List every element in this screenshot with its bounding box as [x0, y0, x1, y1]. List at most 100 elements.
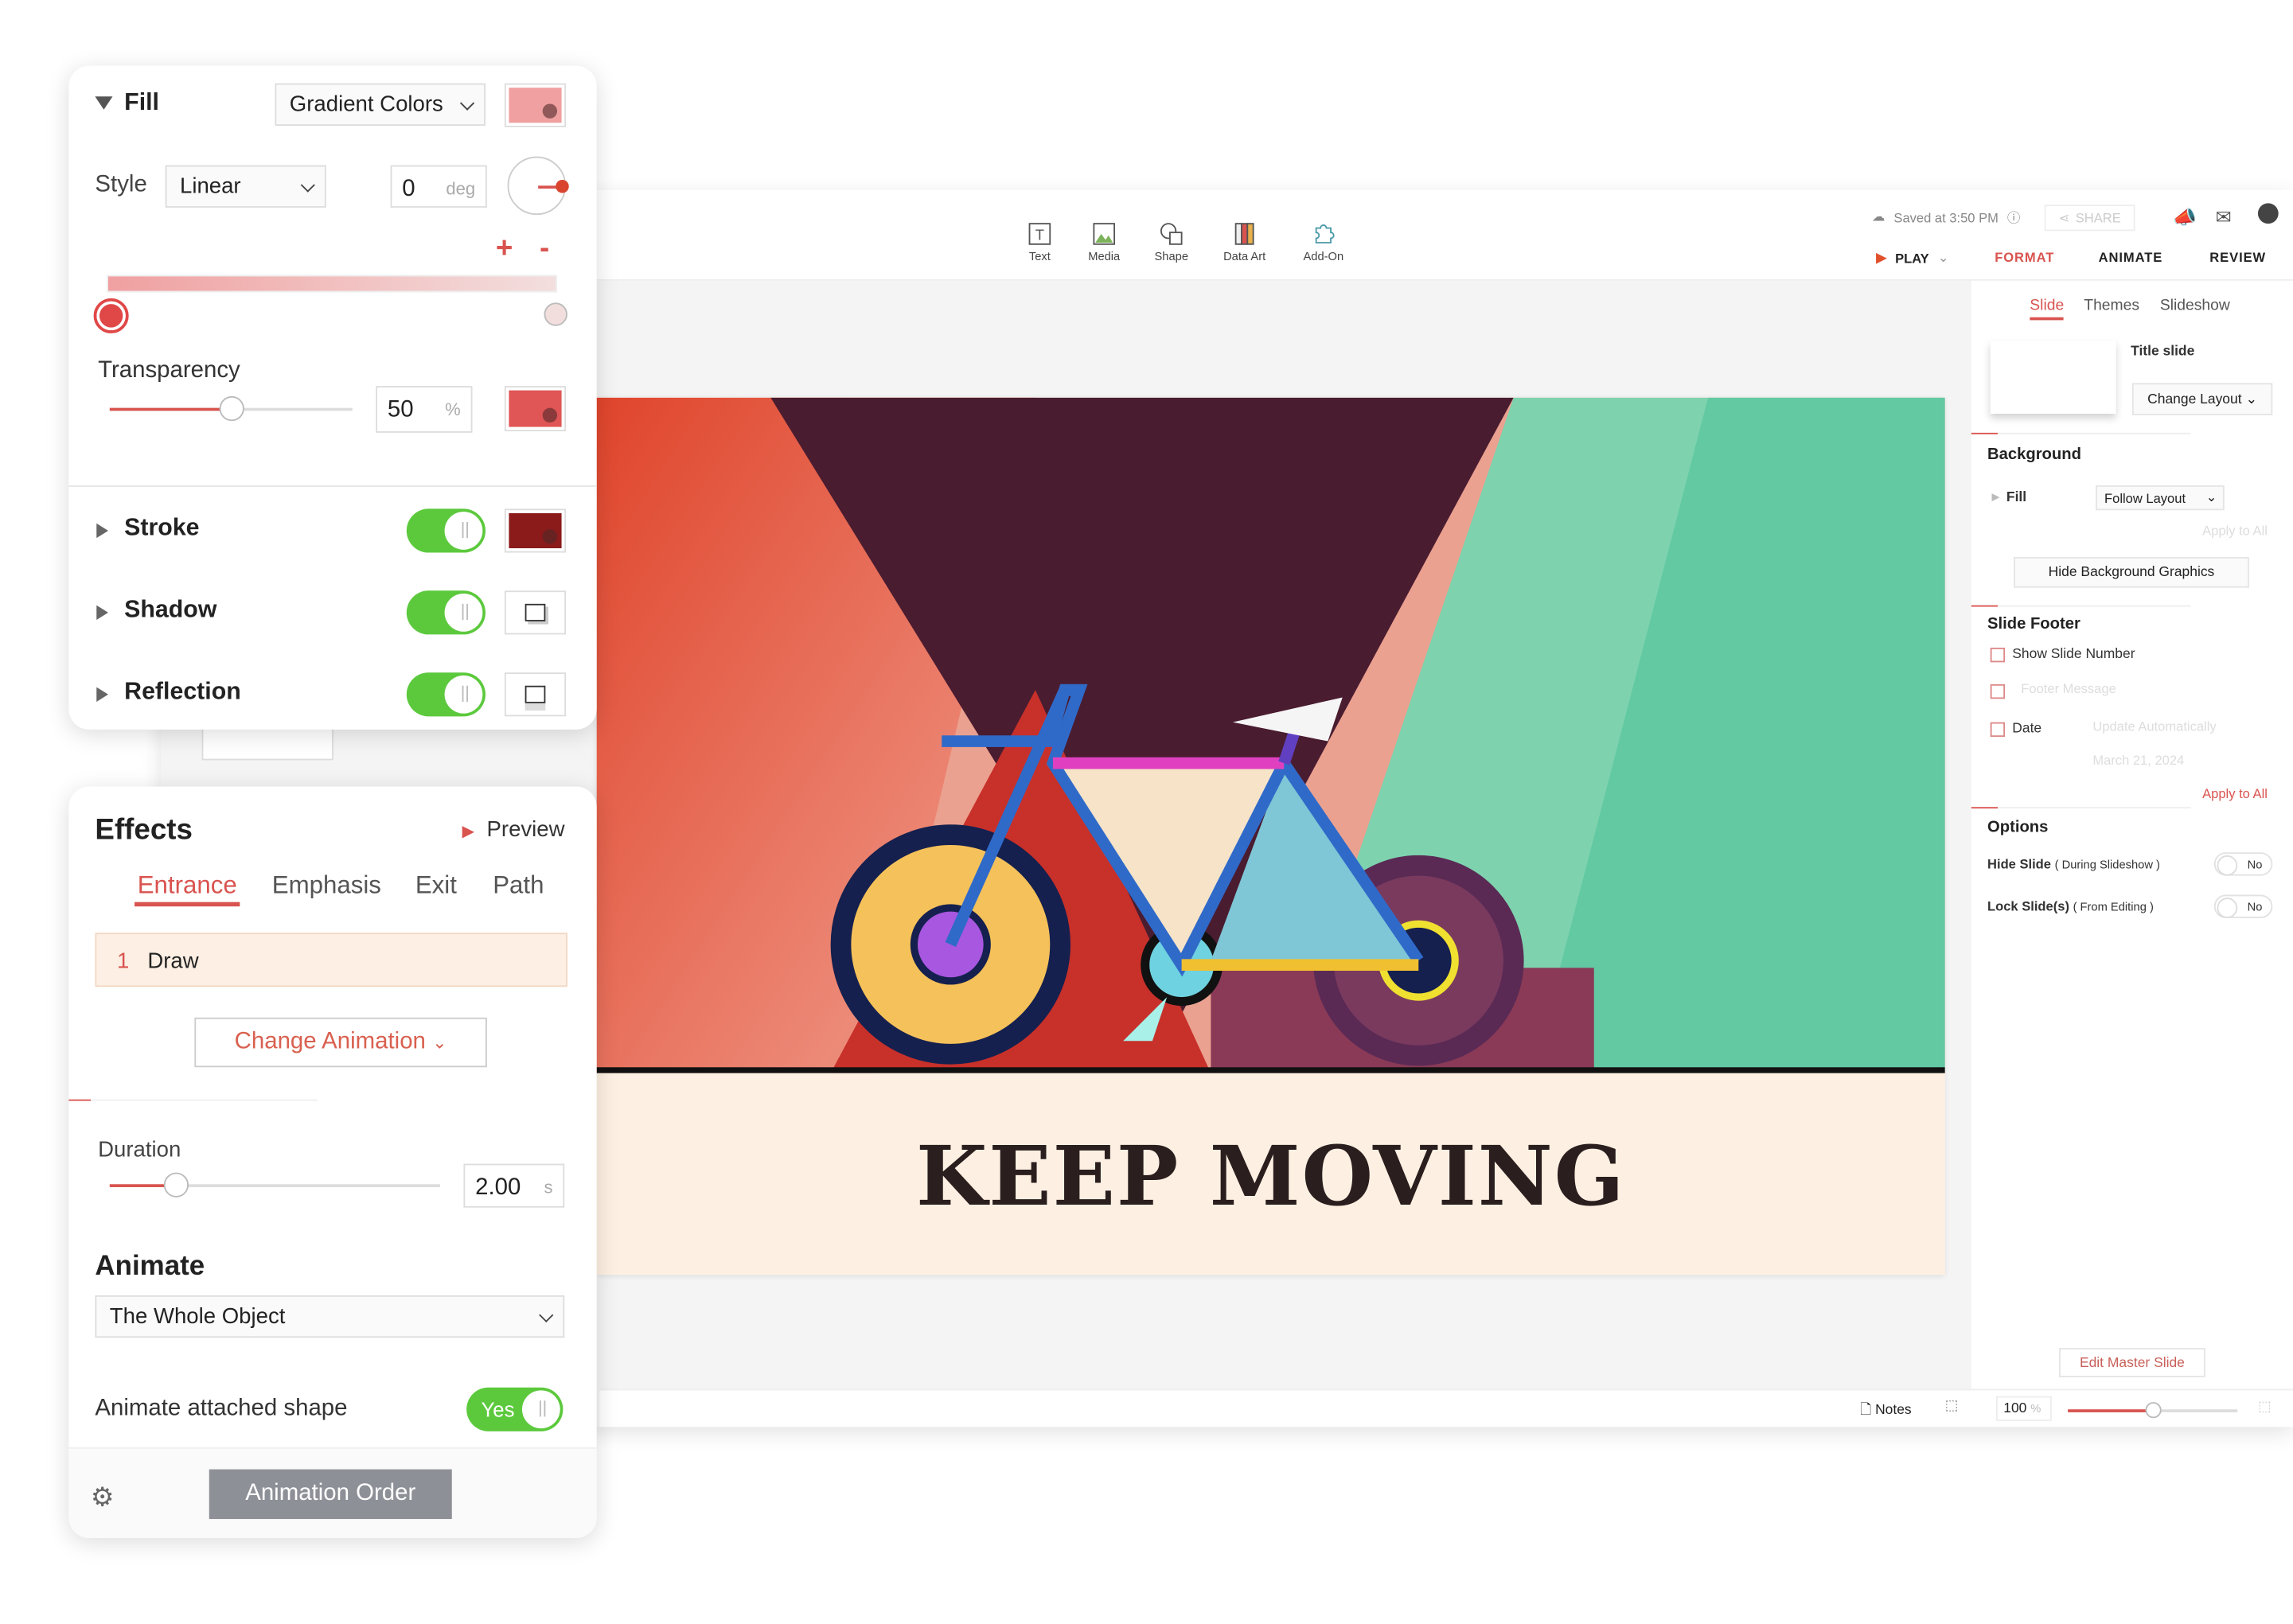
shadow-preview-icon	[525, 603, 546, 621]
divider	[1971, 807, 2191, 809]
transparency-input[interactable]: 50%	[376, 386, 473, 433]
hide-slide-toggle[interactable]: No	[2213, 852, 2273, 876]
toolbar-data-art[interactable]: Data Art	[1212, 222, 1277, 263]
divider	[68, 485, 597, 487]
reflection-preview-icon	[525, 685, 546, 703]
options-heading: Options	[1987, 818, 2049, 836]
toolbar-shape[interactable]: Shape	[1139, 222, 1203, 263]
subtab-slide[interactable]: Slide	[2030, 297, 2065, 321]
expand-icon[interactable]	[96, 605, 108, 621]
change-layout-button[interactable]: Change Layout ⌄	[2131, 383, 2273, 415]
settings-gear-icon[interactable]: ⚙	[91, 1482, 115, 1513]
announcement-icon[interactable]: 📣	[2173, 206, 2197, 229]
date-checkbox[interactable]	[1990, 722, 2006, 738]
expand-icon[interactable]	[96, 523, 108, 539]
show-slide-number-checkbox[interactable]	[1990, 647, 2006, 663]
mail-icon[interactable]: ✉	[2216, 206, 2232, 229]
hide-background-graphics-button[interactable]: Hide Background Graphics	[2014, 557, 2249, 588]
zoom-slider[interactable]	[2068, 1402, 2238, 1419]
zoom-input[interactable]: 100 %	[1996, 1396, 2052, 1421]
reflection-label: Reflection	[124, 678, 241, 705]
footer-message-checkbox[interactable]	[1990, 683, 2006, 699]
expand-icon[interactable]	[96, 687, 108, 702]
image-icon	[1093, 223, 1116, 245]
animate-select[interactable]: The Whole Object	[95, 1295, 565, 1338]
duration-slider[interactable]	[109, 1172, 441, 1198]
layout-thumbnail[interactable]	[1990, 341, 2116, 414]
shadow-style-picker[interactable]	[504, 590, 567, 635]
toolbar-media[interactable]: Media	[1072, 222, 1137, 263]
angle-input[interactable]: 0 deg	[390, 165, 487, 208]
duration-input[interactable]: 2.00 s	[463, 1163, 565, 1208]
footer-message-input[interactable]: Footer Message	[2021, 681, 2116, 695]
slide-title[interactable]: KEEP MOVING	[597, 1128, 1945, 1225]
share-button[interactable]: ⋖ SHARE	[2044, 204, 2135, 232]
remove-stop-button[interactable]: -	[540, 232, 549, 266]
gradient-style-select[interactable]: Linear	[165, 165, 326, 208]
info-icon[interactable]: ⓘ	[2007, 208, 2021, 227]
tab-exit[interactable]: Exit	[415, 871, 457, 901]
gradient-bar[interactable]	[107, 275, 558, 293]
tab-animate[interactable]: ANIMATE	[2099, 250, 2163, 264]
shadow-label: Shadow	[124, 596, 217, 623]
style-label: Style	[95, 172, 147, 198]
divider	[1971, 605, 2191, 607]
date-value-select[interactable]: March 21, 2024	[2092, 753, 2184, 767]
attached-shape-label: Animate attached shape	[95, 1396, 348, 1421]
avatar[interactable]	[2257, 203, 2279, 224]
preview-button[interactable]: ▶ Preview	[462, 817, 565, 842]
fill-label: Fill	[124, 89, 159, 116]
animation-list-item[interactable]: 1 Draw	[95, 933, 567, 987]
bg-apply-all[interactable]: Apply to All	[2202, 524, 2268, 538]
change-animation-button[interactable]: Change Animation ⌄	[194, 1017, 487, 1068]
show-slide-number-label: Show Slide Number	[2012, 646, 2135, 663]
share-icon: ⋖	[2058, 209, 2070, 225]
slide-canvas[interactable]: KEEP MOVING	[596, 397, 1945, 1275]
expand-icon[interactable]: ▶	[1992, 491, 2000, 503]
add-stop-button[interactable]: +	[496, 232, 513, 266]
date-label: Date	[2012, 720, 2042, 738]
toolbar-add-on[interactable]: Add-On	[1291, 222, 1355, 263]
tab-entrance[interactable]: Entrance	[135, 871, 240, 907]
slide-illustration	[596, 397, 1945, 1073]
grid-icon[interactable]: ⬚	[1945, 1398, 1959, 1414]
toolbar-text[interactable]: T Text	[1008, 222, 1072, 263]
date-mode-select[interactable]: Update Automatically	[2092, 719, 2216, 734]
tab-format[interactable]: FORMAT	[1995, 250, 2054, 264]
notes-button[interactable]: 🗋 Notes	[1860, 1399, 1912, 1422]
subtab-themes[interactable]: Themes	[2084, 297, 2139, 314]
play-icon: ▶	[462, 823, 475, 841]
text-box-icon: T	[1028, 223, 1051, 245]
layout-name: Title slide	[2131, 343, 2195, 360]
bg-fill-select[interactable]: Follow Layout ⌄	[2095, 485, 2225, 511]
attached-shape-toggle[interactable]: Yes	[466, 1387, 564, 1431]
play-button[interactable]: ▶ PLAY ⌄	[1876, 250, 1948, 266]
transparency-slider[interactable]	[109, 395, 353, 422]
collapse-icon[interactable]	[95, 96, 113, 110]
format-panel: Slide Themes Slideshow Title slide Chang…	[1971, 280, 2293, 1389]
puzzle-icon	[1315, 224, 1335, 243]
edit-master-slide-button[interactable]: Edit Master Slide	[2059, 1348, 2205, 1377]
gradient-stop-end[interactable]	[544, 302, 567, 326]
reflection-style-picker[interactable]	[504, 672, 567, 717]
fill-color-picker[interactable]	[504, 83, 567, 127]
chevron-down-icon[interactable]: ⌄	[1938, 250, 1949, 266]
angle-dial[interactable]	[507, 156, 569, 216]
shadow-toggle[interactable]	[406, 590, 486, 635]
stroke-toggle[interactable]	[406, 508, 486, 553]
reflection-toggle[interactable]	[406, 672, 486, 717]
lock-slide-toggle[interactable]: No	[2213, 894, 2273, 918]
transparency-color-picker[interactable]	[504, 386, 567, 432]
bg-fill-label: Fill	[2006, 489, 2027, 506]
gradient-stop-start[interactable]	[93, 298, 129, 333]
subtab-slideshow[interactable]: Slideshow	[2160, 297, 2230, 314]
stroke-color-picker[interactable]	[504, 508, 567, 553]
fill-type-select[interactable]: Gradient Colors	[275, 83, 486, 127]
tab-emphasis[interactable]: Emphasis	[272, 871, 381, 901]
tab-path[interactable]: Path	[493, 871, 544, 901]
fit-icon[interactable]: ⬚	[2258, 1399, 2272, 1415]
animation-order-button[interactable]: Animation Order	[209, 1469, 452, 1520]
tab-review[interactable]: REVIEW	[2209, 250, 2266, 264]
divider	[68, 1099, 318, 1101]
footer-apply-all[interactable]: Apply to All	[2202, 787, 2268, 801]
